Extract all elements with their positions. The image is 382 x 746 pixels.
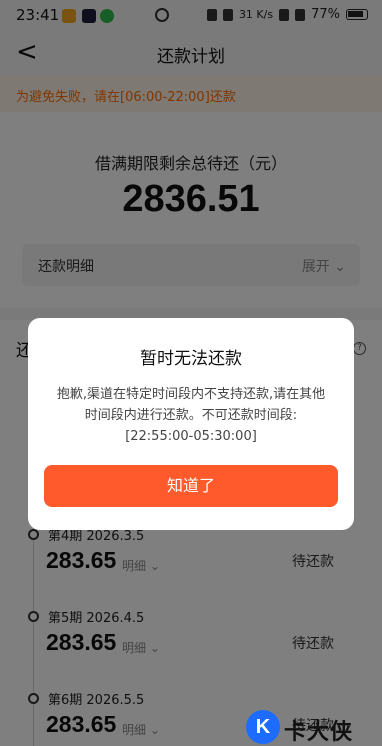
watermark-text: 卡大侠 [284,720,354,745]
confirm-button[interactable]: 知道了 [44,465,338,507]
watermark: K 卡大侠 [246,706,376,746]
error-dialog: 暂时无法还款 抱歉,渠道在特定时间段内不支持还款,请在其他时间段内进行还款。不可… [28,318,354,530]
dialog-message: 抱歉,渠道在特定时间段内不支持还款,请在其他时间段内进行还款。不可还款时间段:[… [56,387,326,444]
watermark-logo-icon: K [246,710,280,744]
dialog-title: 暂时无法还款 [140,349,242,369]
